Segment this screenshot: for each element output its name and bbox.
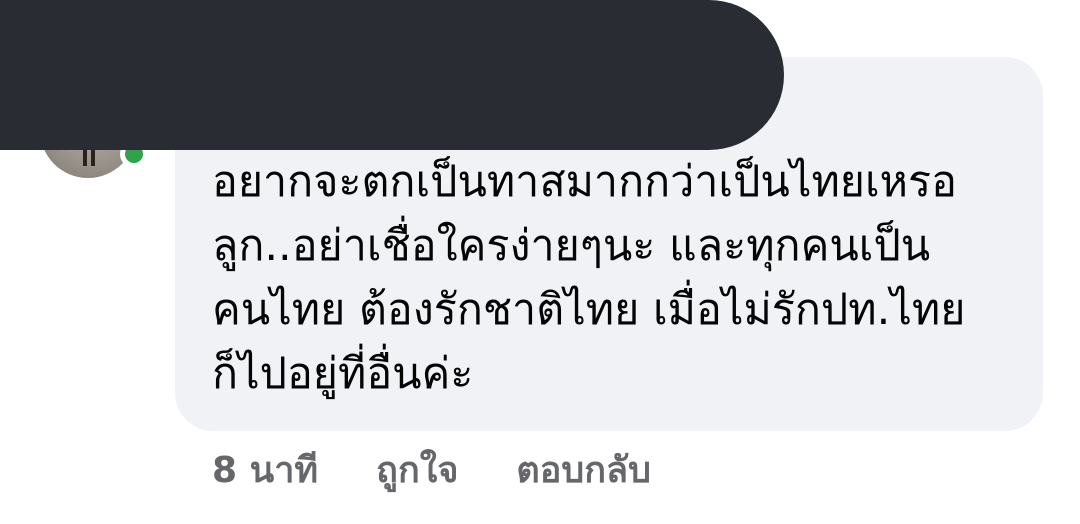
comment-text-line: อยากจะตกเป็นทาสมากกว่าเป็นไทยเหรอ	[212, 157, 957, 207]
comment-text: อยากจะตกเป็นทาสมากกว่าเป็นไทยเหรอ ลูก..อ…	[212, 150, 1032, 406]
comment-actions: 8 นาที ถูกใจ ตอบกลับ	[212, 444, 651, 494]
reply-button[interactable]: ตอบกลับ	[516, 441, 651, 498]
like-button[interactable]: ถูกใจ	[376, 441, 458, 498]
comment-timestamp[interactable]: 8 นาที	[212, 441, 318, 498]
redacted-author-name	[0, 0, 784, 150]
comment-text-line: คนไทย ต้องรักชาติไทย เมื่อไม่รักปท.ไทย	[212, 285, 966, 335]
comment-screenshot: อยากจะตกเป็นทาสมากกว่าเป็นไทยเหรอ ลูก..อ…	[0, 0, 1080, 524]
comment-text-line: ก็ไปอยู่ที่อื่นค่ะ	[212, 349, 474, 399]
comment-text-line: ลูก..อย่าเชื่อใครง่ายๆนะ และทุกคนเป็น	[212, 221, 931, 271]
